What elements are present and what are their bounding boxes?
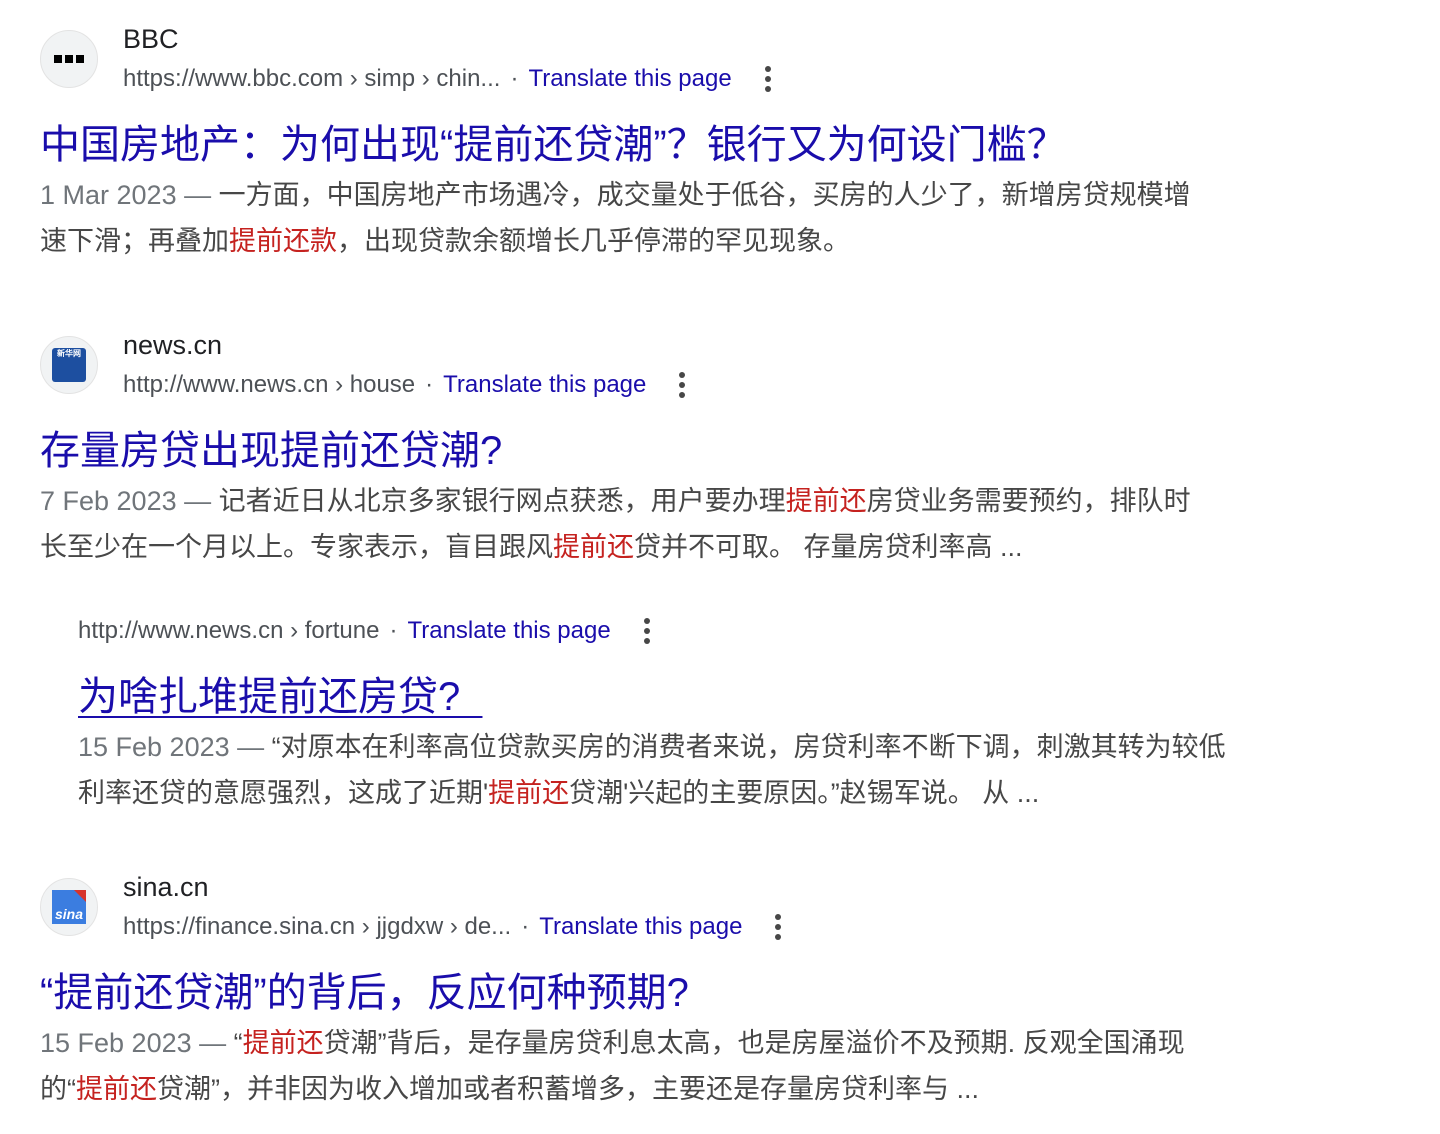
url-row: https://www.bbc.com › simp › chin... · Tr… — [123, 64, 780, 94]
snippet-text: 房贷业务需要预约，排队时 — [867, 486, 1191, 516]
snippet-line: 利率还贷的意愿强烈，这成了近期'提前还贷潮'兴起的主要原因。”赵锡军说。 从 .… — [78, 770, 1226, 816]
highlighted-term: 提前还款 — [229, 226, 337, 256]
snippet-text: 贷潮”，并非因为收入增加或者积蓄增多，主要还是存量房贷利率与 ... — [157, 1074, 979, 1104]
snippet-line: 速下滑；再叠加提前还款，出现贷款余额增长几乎停滞的罕见现象。 — [40, 218, 1191, 264]
more-options-icon[interactable] — [766, 912, 790, 942]
result-date: 1 Mar 2023 — — [40, 180, 219, 210]
separator: · — [389, 617, 397, 645]
more-options-icon[interactable] — [670, 370, 694, 400]
separator: · — [425, 371, 433, 399]
translate-link[interactable]: Translate this page — [407, 617, 610, 645]
result-title-link[interactable]: 存量房贷出现提前还贷潮? — [40, 418, 502, 476]
snippet-text: 贷并不可取。 存量房贷利率高 ... — [634, 532, 1023, 562]
result-title-link[interactable]: 中国房地产：为何出现“提前还贷潮”？银行又为何设门槛？ — [40, 112, 1067, 170]
result-url[interactable]: https://www.bbc.com › simp › chin... — [123, 65, 500, 93]
snippet-line: 15 Feb 2023 — “对原本在利率高位贷款买房的消费者来说，房贷利率不断… — [78, 724, 1226, 770]
url-row: https://finance.sina.cn › jjgdxw › de...… — [123, 912, 790, 942]
highlighted-term: 提前还 — [786, 486, 867, 516]
result-url[interactable]: http://www.news.cn › fortune — [78, 617, 379, 645]
snippet-text: “ — [234, 1028, 243, 1058]
translate-link[interactable]: Translate this page — [528, 65, 731, 93]
separator: · — [521, 913, 529, 941]
more-options-icon[interactable] — [756, 64, 780, 94]
snippet-text: 的“ — [40, 1074, 76, 1104]
more-options-icon[interactable] — [635, 616, 659, 646]
highlighted-term: 提前还 — [553, 532, 634, 562]
bbc-logo-icon[interactable] — [40, 30, 98, 88]
snippet-text: 贷潮”背后，是存量房贷利息太高，也是房屋溢价不及预期. 反观全国涌现 — [324, 1028, 1185, 1058]
result-snippet: 7 Feb 2023 — 记者近日从北京多家银行网点获悉，用户要办理提前还房贷业… — [40, 478, 1191, 570]
xinhua-logo-icon[interactable]: 新华网 — [40, 336, 98, 394]
snippet-text: 贷潮'兴起的主要原因。”赵锡军说。 从 ... — [569, 778, 1039, 808]
snippet-line: 7 Feb 2023 — 记者近日从北京多家银行网点获悉，用户要办理提前还房贷业… — [40, 478, 1191, 524]
result-snippet: 1 Mar 2023 — 一方面，中国房地产市场遇冷，成交量处于低谷，买房的人少… — [40, 172, 1191, 264]
result-title-link[interactable]: 为啥扎堆提前还房贷? — [78, 664, 482, 722]
url-row: http://www.news.cn › fortune · Translate … — [78, 616, 659, 646]
snippet-line: 1 Mar 2023 — 一方面，中国房地产市场遇冷，成交量处于低谷，买房的人少… — [40, 172, 1191, 218]
result-title-link[interactable]: “提前还贷潮”的背后，反应何种预期? — [40, 960, 689, 1018]
result-date: 7 Feb 2023 — — [40, 486, 219, 516]
snippet-text: 速下滑；再叠加 — [40, 226, 229, 256]
site-name[interactable]: news.cn — [123, 330, 222, 361]
url-row: http://www.news.cn › house · Translate th… — [123, 370, 694, 400]
snippet-text: 一方面，中国房地产市场遇冷，成交量处于低谷，买房的人少了，新增房贷规模增 — [219, 180, 1191, 210]
snippet-text: 长至少在一个月以上。专家表示，盲目跟风 — [40, 532, 553, 562]
site-name[interactable]: BBC — [123, 24, 179, 55]
result-snippet: 15 Feb 2023 — “对原本在利率高位贷款买房的消费者来说，房贷利率不断… — [78, 724, 1226, 816]
snippet-text: “对原本在利率高位贷款买房的消费者来说，房贷利率不断下调，刺激其转为较低 — [272, 732, 1226, 762]
snippet-line: 的“提前还贷潮”，并非因为收入增加或者积蓄增多，主要还是存量房贷利率与 ... — [40, 1066, 1185, 1112]
result-url[interactable]: https://finance.sina.cn › jjgdxw › de... — [123, 913, 511, 941]
translate-link[interactable]: Translate this page — [443, 371, 646, 399]
result-snippet: 15 Feb 2023 — “提前还贷潮”背后，是存量房贷利息太高，也是房屋溢价… — [40, 1020, 1185, 1112]
result-url[interactable]: http://www.news.cn › house — [123, 371, 415, 399]
highlighted-term: 提前还 — [243, 1028, 324, 1058]
snippet-text: 利率还贷的意愿强烈，这成了近期' — [78, 778, 488, 808]
highlighted-term: 提前还 — [488, 778, 569, 808]
site-name[interactable]: sina.cn — [123, 872, 209, 903]
snippet-text: 记者近日从北京多家银行网点获悉，用户要办理 — [219, 486, 786, 516]
separator: · — [510, 65, 518, 93]
highlighted-term: 提前还 — [76, 1074, 157, 1104]
result-date: 15 Feb 2023 — — [78, 732, 272, 762]
translate-link[interactable]: Translate this page — [539, 913, 742, 941]
snippet-line: 15 Feb 2023 — “提前还贷潮”背后，是存量房贷利息太高，也是房屋溢价… — [40, 1020, 1185, 1066]
sina-logo-icon[interactable]: sina — [40, 878, 98, 936]
snippet-text: ，出现贷款余额增长几乎停滞的罕见现象。 — [337, 226, 850, 256]
result-date: 15 Feb 2023 — — [40, 1028, 234, 1058]
snippet-line: 长至少在一个月以上。专家表示，盲目跟风提前还贷并不可取。 存量房贷利率高 ... — [40, 524, 1191, 570]
